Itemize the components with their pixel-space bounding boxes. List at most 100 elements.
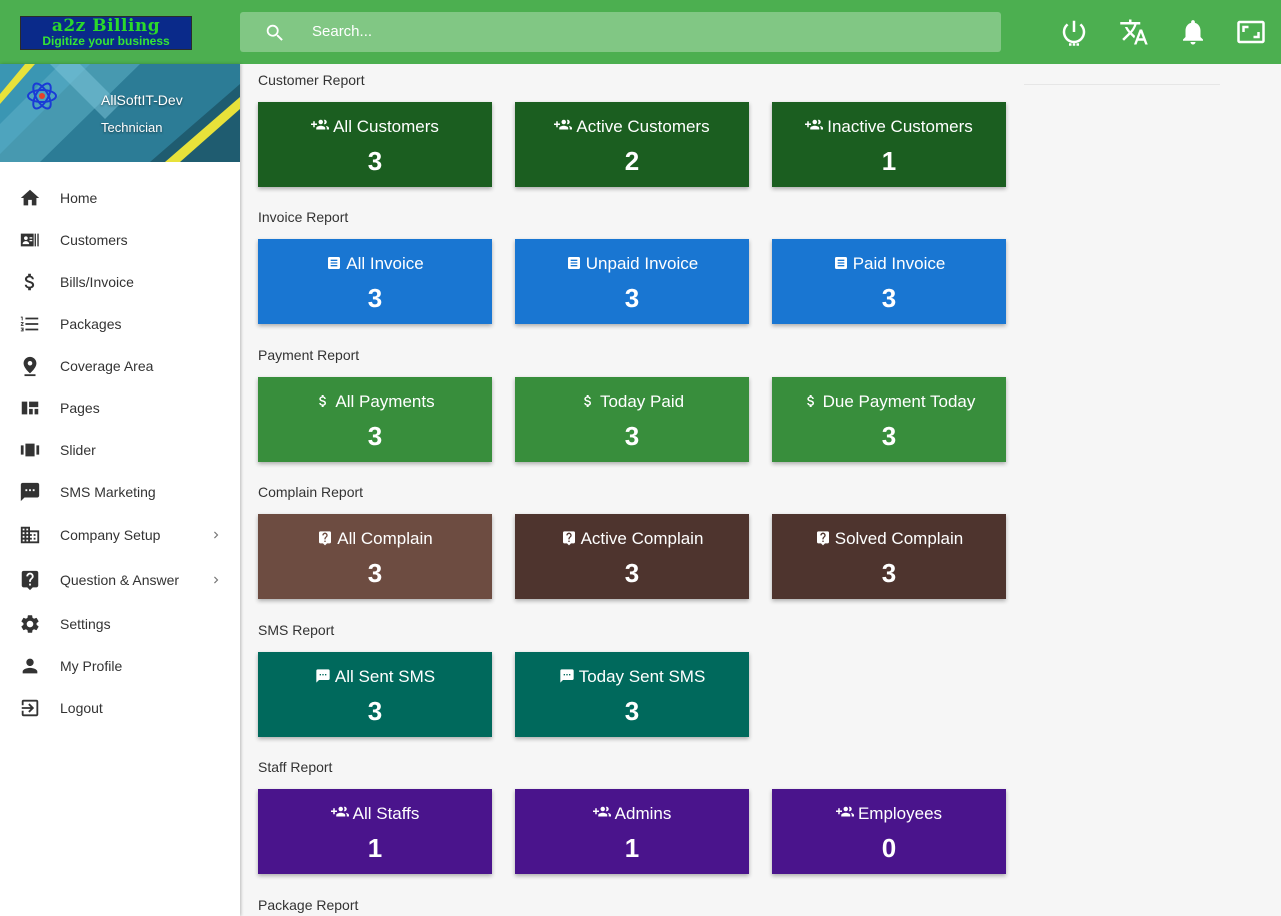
card-value: 3 [367,558,383,588]
sidebar-item-my-profile[interactable]: My Profile [0,646,240,686]
card-value: 2 [624,146,640,176]
search-bar[interactable]: Search... [240,12,1001,52]
building-icon [20,526,40,544]
card-all-sent-sms[interactable]: All Sent SMS 3 [258,652,492,737]
person-icon [22,658,38,674]
card-value: 3 [624,283,640,313]
card-value: 3 [624,558,640,588]
sidebar-item-label: Home [60,190,98,206]
sidebar-item-slider[interactable]: Slider [0,430,240,470]
card-unpaid-invoice[interactable]: Unpaid Invoice 3 [515,239,749,324]
sidebar-item-label: Customers [60,232,128,248]
card-value: 1 [881,146,897,176]
search-icon [266,24,283,41]
logo-tagline: Digitize your business [42,34,170,48]
card-employees[interactable]: Employees 0 [772,789,1006,874]
card-value: 3 [881,421,897,451]
sidebar-item-label: Slider [60,442,96,458]
right-panel-divider [1024,84,1220,85]
sidebar-item-home[interactable]: Home [0,178,240,218]
card-label: Admins [614,804,672,823]
group-add-icon [330,806,349,817]
card-all-customers[interactable]: All Customers 3 [258,102,492,187]
card-paid-invoice[interactable]: Paid Invoice 3 [772,239,1006,324]
sidebar-item-bills-invoice[interactable]: Bills/Invoice [0,262,240,302]
section-title-complain-report: Complain Report [258,484,364,500]
translate-icon[interactable] [1119,17,1149,47]
carousel-icon [20,443,40,457]
card-all-staffs[interactable]: All Staffs 1 [258,789,492,874]
logout-icon [21,699,39,717]
card-value: 3 [881,283,897,313]
power-icon[interactable] [1059,17,1089,47]
dollar-icon [584,395,591,407]
card-label: All Staffs [352,804,420,823]
sidebar-item-company-setup[interactable]: Company Setup [0,515,240,555]
question-icon [21,570,39,591]
card-label: Due Payment Today [822,392,976,411]
sidebar-item-settings[interactable]: Settings [0,604,240,644]
card-all-payments[interactable]: All Payments 3 [258,377,492,462]
card-due-payment-today[interactable]: Due Payment Today 3 [772,377,1006,462]
card-label: Today Sent SMS [578,667,706,686]
app-logo[interactable]: a2z Billing Digitize your business [20,16,192,50]
sidebar-item-logout[interactable]: Logout [0,688,240,728]
card-today-paid[interactable]: Today Paid 3 [515,377,749,462]
sms-icon [20,482,40,502]
section-title-payment-report: Payment Report [258,347,360,363]
sidebar-item-label: Pages [60,400,100,416]
sidebar-item-label: Company Setup [60,527,161,543]
card-label: Paid Invoice [852,254,946,273]
card-value: 1 [367,833,383,863]
live-help-icon [816,531,829,546]
sidebar-item-label: Packages [60,316,122,332]
sidebar-item-label: Question & Answer [60,572,180,588]
avatar[interactable] [26,78,58,114]
sidebar-item-label: Logout [60,700,103,716]
section-title-package-report: Package Report [258,897,359,913]
sidebar-item-packages[interactable]: Packages [0,304,240,344]
home-icon [20,189,40,206]
card-all-complain[interactable]: All Complain 3 [258,514,492,599]
card-value: 3 [367,146,383,176]
section-title-sms-report: SMS Report [258,622,335,638]
card-active-customers[interactable]: Active Customers 2 [515,102,749,187]
card-value: 3 [367,283,383,313]
sidebar-item-label: Bills/Invoice [60,274,134,290]
dollar-icon [806,395,814,407]
sms-icon [316,669,330,683]
group-add-icon [592,806,611,817]
contacts-icon [20,233,39,247]
section-title-customer-report: Customer Report [258,72,365,88]
list-icon [20,316,39,332]
section-title-invoice-report: Invoice Report [258,209,349,225]
sidebar-item-customers[interactable]: Customers [0,220,240,260]
sidebar-item-sms-marketing[interactable]: SMS Marketing [0,472,240,512]
logo-title: a2z Billing [51,16,161,36]
top-app-bar: a2z Billing Digitize your business Searc… [0,0,1281,64]
card-all-invoice[interactable]: All Invoice 3 [258,239,492,324]
sidebar-item-pages[interactable]: Pages [0,388,240,428]
card-label: All Customers [333,117,439,136]
live-help-icon [319,531,332,546]
card-label: Active Complain [580,529,704,548]
card-label: Solved Complain [834,529,964,548]
sidebar-item-label: My Profile [60,658,123,674]
card-active-complain[interactable]: Active Complain 3 [515,514,749,599]
sidebar-item-label: Coverage Area [60,358,154,374]
live-help-icon [562,531,575,546]
user-name: AllSoftIT-Dev [101,92,183,108]
sidebar-item-question-answer[interactable]: Question & Answer [0,560,240,600]
fullscreen-icon[interactable] [1236,17,1266,47]
bell-icon[interactable] [1178,17,1208,47]
search-input[interactable]: Search... [312,23,372,40]
receipt-icon [567,257,580,269]
sms-icon [560,669,574,683]
card-solved-complain[interactable]: Solved Complain 3 [772,514,1006,599]
card-admins[interactable]: Admins 1 [515,789,749,874]
card-today-sent-sms[interactable]: Today Sent SMS 3 [515,652,749,737]
card-inactive-customers[interactable]: Inactive Customers 1 [772,102,1006,187]
sidebar-item-coverage-area[interactable]: Coverage Area [0,346,240,386]
group-add-icon [835,806,854,817]
section-title-staff-report: Staff Report [258,759,333,775]
